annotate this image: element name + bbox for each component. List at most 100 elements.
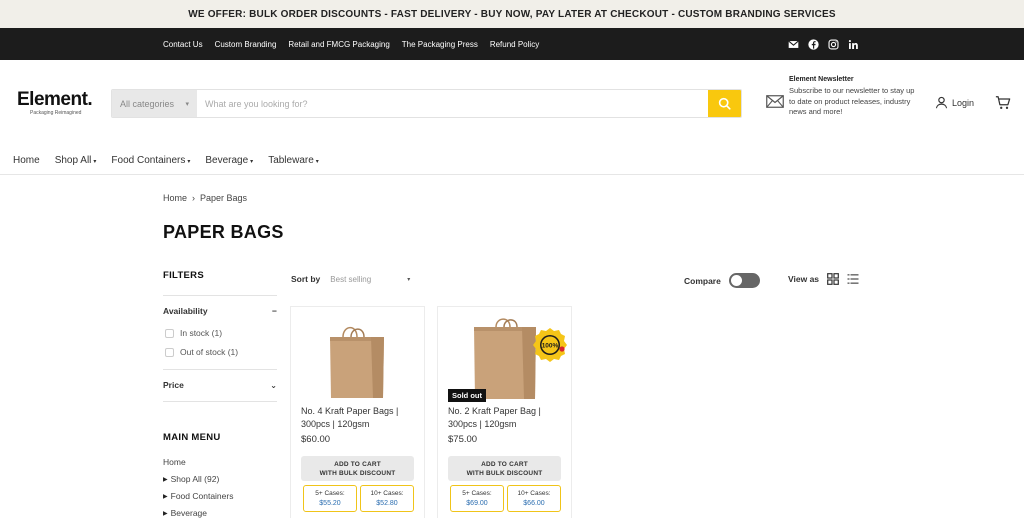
bulk-tier-5[interactable]: 5+ Cases: $69.00 <box>450 485 504 512</box>
newsletter-title: Element Newsletter <box>789 76 854 83</box>
nav-item-tableware[interactable]: Tableware ▾ <box>268 155 319 166</box>
top-link-custom-branding[interactable]: Custom Branding <box>215 40 277 49</box>
page-title: PAPER BAGS <box>163 222 284 242</box>
top-link-packaging-press[interactable]: The Packaging Press <box>402 40 478 49</box>
caret-right-icon: ▶ <box>163 476 168 483</box>
product-card[interactable]: No. 4 Kraft Paper Bags | 300pcs | 120gsm… <box>290 306 425 518</box>
filter-in-stock[interactable]: In stock (1) <box>165 328 222 338</box>
view-as-control: View as <box>788 273 859 285</box>
breadcrumb: Home › Paper Bags <box>163 193 247 203</box>
announcement-text: WE OFFER: BULK ORDER DISCOUNTS - FAST DE… <box>188 8 836 20</box>
facet-availability[interactable]: Availability − <box>163 306 277 316</box>
tier-price: $66.00 <box>523 499 545 507</box>
nav-item-beverage[interactable]: Beverage ▾ <box>205 155 253 166</box>
login-label: Login <box>952 97 975 108</box>
menu-item-home[interactable]: Home <box>163 457 186 467</box>
product-image[interactable]: 100% <box>438 307 571 399</box>
sort-select[interactable]: Best selling ▾ <box>330 275 410 284</box>
instagram-icon[interactable] <box>828 38 839 50</box>
product-card[interactable]: 100% Sold out No. 2 Kraft Paper Bag | 30… <box>437 306 572 518</box>
search-button[interactable] <box>708 90 741 117</box>
chevron-down-icon: ▾ <box>250 158 254 165</box>
main-menu-heading: MAIN MENU <box>163 432 221 443</box>
cart-icon <box>995 96 1011 109</box>
list-view-icon[interactable] <box>847 273 859 285</box>
sort-value: Best selling <box>330 274 372 284</box>
tier-price: $55.20 <box>319 499 341 507</box>
compare-toggle[interactable] <box>728 273 760 288</box>
breadcrumb-home[interactable]: Home <box>163 193 187 203</box>
nav-item-food-containers[interactable]: Food Containers ▾ <box>111 155 190 166</box>
chevron-down-icon: ⌄ <box>270 380 277 390</box>
nav-label: Food Containers <box>111 154 186 166</box>
menu-item-beverage[interactable]: ▶ Beverage <box>163 508 207 518</box>
chevron-down-icon: ▾ <box>185 100 189 108</box>
tier-qty: 5+ Cases: <box>462 489 492 497</box>
chevron-down-icon: ▾ <box>187 158 191 165</box>
filters-heading: FILTERS <box>163 270 204 281</box>
filter-out-of-stock[interactable]: Out of stock (1) <box>165 347 238 357</box>
sold-out-badge: Sold out <box>448 389 486 402</box>
checkbox[interactable] <box>165 328 174 338</box>
add-to-cart-button[interactable]: ADD TO CART WITH BULK DISCOUNT <box>301 456 414 481</box>
bulk-tier-10[interactable]: 10+ Cases: $66.00 <box>507 485 561 512</box>
mail-icon[interactable] <box>788 39 799 50</box>
site-header: Element. Packaging Reimagined All catego… <box>0 60 1024 146</box>
menu-item-food-containers[interactable]: ▶ Food Containers <box>163 491 233 501</box>
linkedin-icon[interactable] <box>848 39 859 50</box>
facebook-icon[interactable] <box>808 38 819 50</box>
menu-item-shop-all[interactable]: ▶ Shop All (92) <box>163 474 219 484</box>
search-category-select[interactable]: All categories ▾ <box>112 90 197 117</box>
tier-qty: 10+ Cases: <box>370 489 404 497</box>
logo-tagline: Packaging Reimagined <box>30 110 82 116</box>
checkbox[interactable] <box>165 347 174 357</box>
cart-button[interactable] <box>995 95 1011 115</box>
newsletter-description: Subscribe to our newsletter to stay up t… <box>789 86 915 116</box>
product-price: $60.00 <box>301 434 331 445</box>
product-name[interactable]: No. 2 Kraft Paper Bag | 300pcs | 120gsm <box>448 405 566 431</box>
divider <box>163 369 277 370</box>
product-price: $75.00 <box>448 434 478 445</box>
menu-label: Food Containers <box>170 491 234 501</box>
search-input[interactable] <box>197 90 708 117</box>
facet-price[interactable]: Price ⌄ <box>163 380 277 390</box>
paper-bag-image: 100% <box>474 318 567 399</box>
breadcrumb-separator: › <box>192 193 196 203</box>
breadcrumb-current: Paper Bags <box>200 193 248 203</box>
nav-label: Beverage <box>205 154 249 166</box>
tier-qty: 10+ Cases: <box>517 489 551 497</box>
search-category-value: All categories <box>120 98 175 109</box>
nav-item-shop-all[interactable]: Shop All ▾ <box>55 155 97 166</box>
logo-name: Element. <box>17 89 93 110</box>
add-to-cart-label: ADD TO CART <box>334 460 381 468</box>
divider <box>163 401 277 402</box>
compare-control: Compare <box>684 273 760 288</box>
bulk-tier-10[interactable]: 10+ Cases: $52.80 <box>360 485 414 512</box>
nav-label: Tableware <box>268 154 314 166</box>
top-link-contact[interactable]: Contact Us <box>163 40 203 49</box>
product-name[interactable]: No. 4 Kraft Paper Bags | 300pcs | 120gsm <box>301 405 419 431</box>
bulk-tier-5[interactable]: 5+ Cases: $55.20 <box>303 485 357 512</box>
login-link[interactable]: Login <box>935 96 974 109</box>
add-to-cart-label: ADD TO CART <box>481 460 528 468</box>
grid-view-icon[interactable] <box>827 273 839 285</box>
announcement-bar: WE OFFER: BULK ORDER DISCOUNTS - FAST DE… <box>0 0 1024 28</box>
envelope-icon <box>766 95 784 108</box>
top-link-refund-policy[interactable]: Refund Policy <box>490 40 539 49</box>
filter-option-label: In stock (1) <box>180 328 223 338</box>
menu-label: Beverage <box>170 508 208 518</box>
main-nav: Home Shop All ▾ Food Containers ▾ Beverage… <box>0 146 1024 175</box>
nav-item-home[interactable]: Home <box>13 155 40 166</box>
tier-qty: 5+ Cases: <box>315 489 345 497</box>
top-link-retail-fmcg[interactable]: Retail and FMCG Packaging <box>288 40 389 49</box>
add-to-cart-sublabel: WITH BULK DISCOUNT <box>466 469 543 477</box>
badge-text: 100% <box>542 343 559 350</box>
user-icon <box>935 96 948 109</box>
menu-label: Shop All (92) <box>170 474 220 484</box>
site-logo[interactable]: Element. Packaging Reimagined <box>17 89 93 117</box>
search-bar: All categories ▾ <box>111 89 742 118</box>
add-to-cart-button[interactable]: ADD TO CART WITH BULK DISCOUNT <box>448 456 561 481</box>
paper-bag-image <box>330 326 384 398</box>
facet-availability-label: Availability <box>163 306 208 316</box>
product-image[interactable] <box>291 307 424 399</box>
